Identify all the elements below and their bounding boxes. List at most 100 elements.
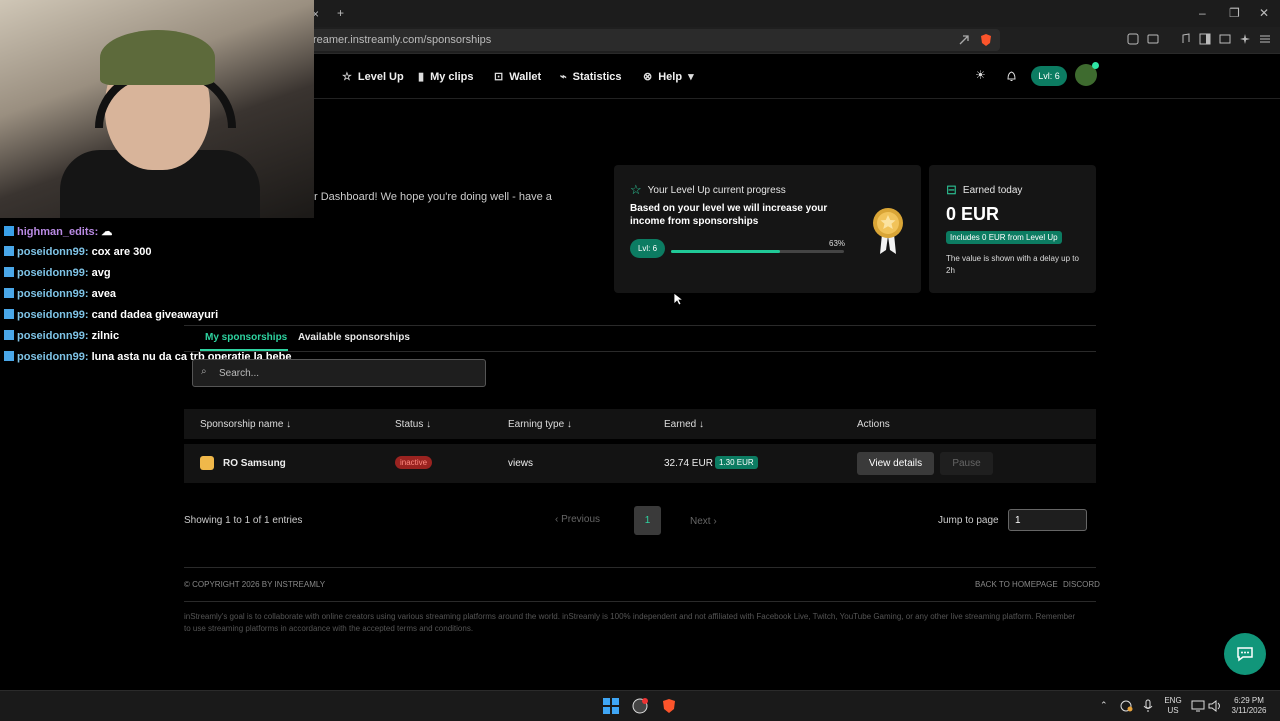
- progress-percent: 63%: [829, 239, 846, 248]
- chat-message: ☁: [101, 226, 113, 238]
- progress-card-title: ☆ Your Level Up current progress: [630, 182, 786, 198]
- star-icon: ☆: [630, 182, 642, 197]
- sponsorship-name: RO Samsung: [223, 458, 286, 469]
- chat-username: poseidonn99:: [17, 351, 89, 363]
- clock-date: 3/11/2026: [1231, 706, 1267, 715]
- obs-icon[interactable]: [632, 698, 648, 714]
- divider: [184, 567, 1096, 568]
- avatar[interactable]: [1075, 62, 1099, 86]
- chat-username: poseidonn99:: [17, 267, 89, 279]
- back-to-homepage-link[interactable]: BACK TO HOMEPAGE: [975, 580, 1058, 589]
- language-bottom: US: [1167, 706, 1179, 715]
- bell-icon[interactable]: [1006, 70, 1017, 82]
- clock[interactable]: 6:29 PM 3/11/2026: [1226, 696, 1272, 716]
- discord-link[interactable]: DISCORD: [1063, 580, 1100, 589]
- chat-message: avg: [91, 267, 111, 279]
- medal-icon: [873, 208, 903, 254]
- pause-button[interactable]: Pause: [940, 452, 993, 475]
- chat-message: avea: [91, 288, 117, 300]
- earned-card-title: ⊟ Earned today: [946, 182, 1022, 198]
- network-icon[interactable]: [1190, 698, 1206, 714]
- volume-icon[interactable]: [1207, 698, 1223, 714]
- chat-message: zilnic: [91, 330, 120, 342]
- previous-button[interactable]: ‹ Previous: [555, 514, 600, 525]
- star-icon: ☆: [342, 71, 352, 83]
- tab-available-sponsorships[interactable]: Available sponsorships: [298, 332, 410, 343]
- wallet-icon: ⊡: [494, 71, 504, 83]
- chat-badge-icon: [4, 330, 14, 340]
- entries-info: Showing 1 to 1 of 1 entries: [184, 515, 303, 526]
- brave-browser-icon[interactable]: [661, 698, 677, 714]
- nav-my-clips[interactable]: ▮ My clips: [418, 70, 474, 84]
- nav-level-up[interactable]: ☆ Level Up: [342, 70, 404, 84]
- minimize-button[interactable]: –: [1199, 6, 1206, 20]
- webcam-cap: [100, 30, 215, 85]
- new-tab-button[interactable]: +: [337, 6, 344, 20]
- chat-line: highman_edits: ☁: [4, 225, 112, 238]
- chat-bubble-icon: [1237, 647, 1253, 662]
- theme-toggle-icon[interactable]: ☀: [975, 68, 986, 82]
- chat-username: highman_edits:: [17, 226, 99, 238]
- nav-help-label: Help: [658, 70, 683, 83]
- chat-line: poseidonn99: cand dadea giveawayuri: [4, 309, 218, 321]
- progress-bar: [671, 250, 844, 253]
- help-icon: ⊗: [643, 71, 653, 83]
- language-indicator[interactable]: ENG US: [1162, 696, 1184, 716]
- wallet-icon[interactable]: [1219, 33, 1231, 45]
- share-icon[interactable]: [958, 34, 970, 46]
- chat-username: poseidonn99:: [17, 246, 89, 258]
- jump-to-page-label: Jump to page: [938, 515, 999, 526]
- media-icon[interactable]: [1179, 33, 1191, 45]
- leo-ai-icon[interactable]: [1239, 33, 1251, 45]
- sync-icon[interactable]: [1118, 698, 1134, 714]
- next-button[interactable]: Next ›: [690, 516, 717, 527]
- chat-line: poseidonn99: cox are 300: [4, 246, 152, 258]
- clip-icon: ▮: [418, 71, 425, 83]
- address-bar[interactable]: reamer.instreamly.com/sponsorships: [310, 29, 1000, 51]
- show-hidden-icons-icon[interactable]: ⌃: [1100, 700, 1108, 710]
- sidebar-icon[interactable]: [1199, 33, 1211, 45]
- earned-badge: 1.30 EUR: [715, 456, 758, 469]
- page-1-button[interactable]: 1: [634, 506, 661, 535]
- microphone-icon[interactable]: [1140, 698, 1156, 714]
- url-text[interactable]: reamer.instreamly.com/sponsorships: [313, 34, 491, 46]
- menu-icon[interactable]: [1259, 33, 1271, 45]
- header-status[interactable]: Status ↓: [395, 419, 431, 430]
- header-sponsorship-name[interactable]: Sponsorship name ↓: [200, 419, 291, 430]
- restore-button[interactable]: ❐: [1229, 6, 1240, 20]
- chat-username: poseidonn99:: [17, 330, 89, 342]
- copyright: © COPYRIGHT 2026 BY INSTREAMLY: [184, 580, 326, 589]
- nav-help[interactable]: ⊗ Help ▾: [643, 70, 694, 84]
- divider: [184, 601, 1096, 602]
- nav-my-clips-label: My clips: [430, 70, 474, 83]
- window-close-button[interactable]: ✕: [1259, 6, 1269, 20]
- search-input[interactable]: [217, 364, 481, 382]
- header-actions: Actions: [857, 419, 890, 430]
- divider: [184, 325, 1096, 326]
- jump-to-page-input[interactable]: [1008, 509, 1087, 531]
- earned-value: 32.74 EUR: [664, 458, 713, 469]
- wallet-ext-icon[interactable]: [1147, 33, 1159, 45]
- search-icon: ⌕: [201, 366, 207, 377]
- view-details-button[interactable]: View details: [857, 452, 934, 475]
- tab-my-sponsorships[interactable]: My sponsorships: [205, 332, 287, 343]
- support-chat-button[interactable]: [1224, 633, 1266, 675]
- chevron-down-icon: ▾: [688, 71, 694, 83]
- header-earning-type[interactable]: Earning type ↓: [508, 419, 572, 430]
- chat-badge-icon: [4, 351, 14, 361]
- level-pill[interactable]: Lvl: 6: [1031, 66, 1067, 86]
- chat-badge-icon: [4, 267, 14, 277]
- nav-wallet[interactable]: ⊡ Wallet: [494, 70, 541, 84]
- progress-bar-fill: [671, 250, 780, 253]
- nav-statistics[interactable]: ⌁ Statistics: [560, 70, 622, 84]
- chat-badge-icon: [4, 246, 14, 256]
- chat-username: poseidonn99:: [17, 309, 89, 321]
- windows-start-icon[interactable]: [603, 698, 619, 714]
- extensions-icon[interactable]: [1127, 33, 1139, 45]
- language-top: ENG: [1164, 696, 1182, 705]
- header-earned[interactable]: Earned ↓: [664, 419, 704, 430]
- chat-badge-icon: [4, 288, 14, 298]
- table-header: Sponsorship name ↓ Status ↓ Earning type…: [184, 409, 1096, 439]
- chat-message: cand dadea giveawayuri: [91, 309, 219, 321]
- brave-shield-icon[interactable]: [980, 33, 992, 47]
